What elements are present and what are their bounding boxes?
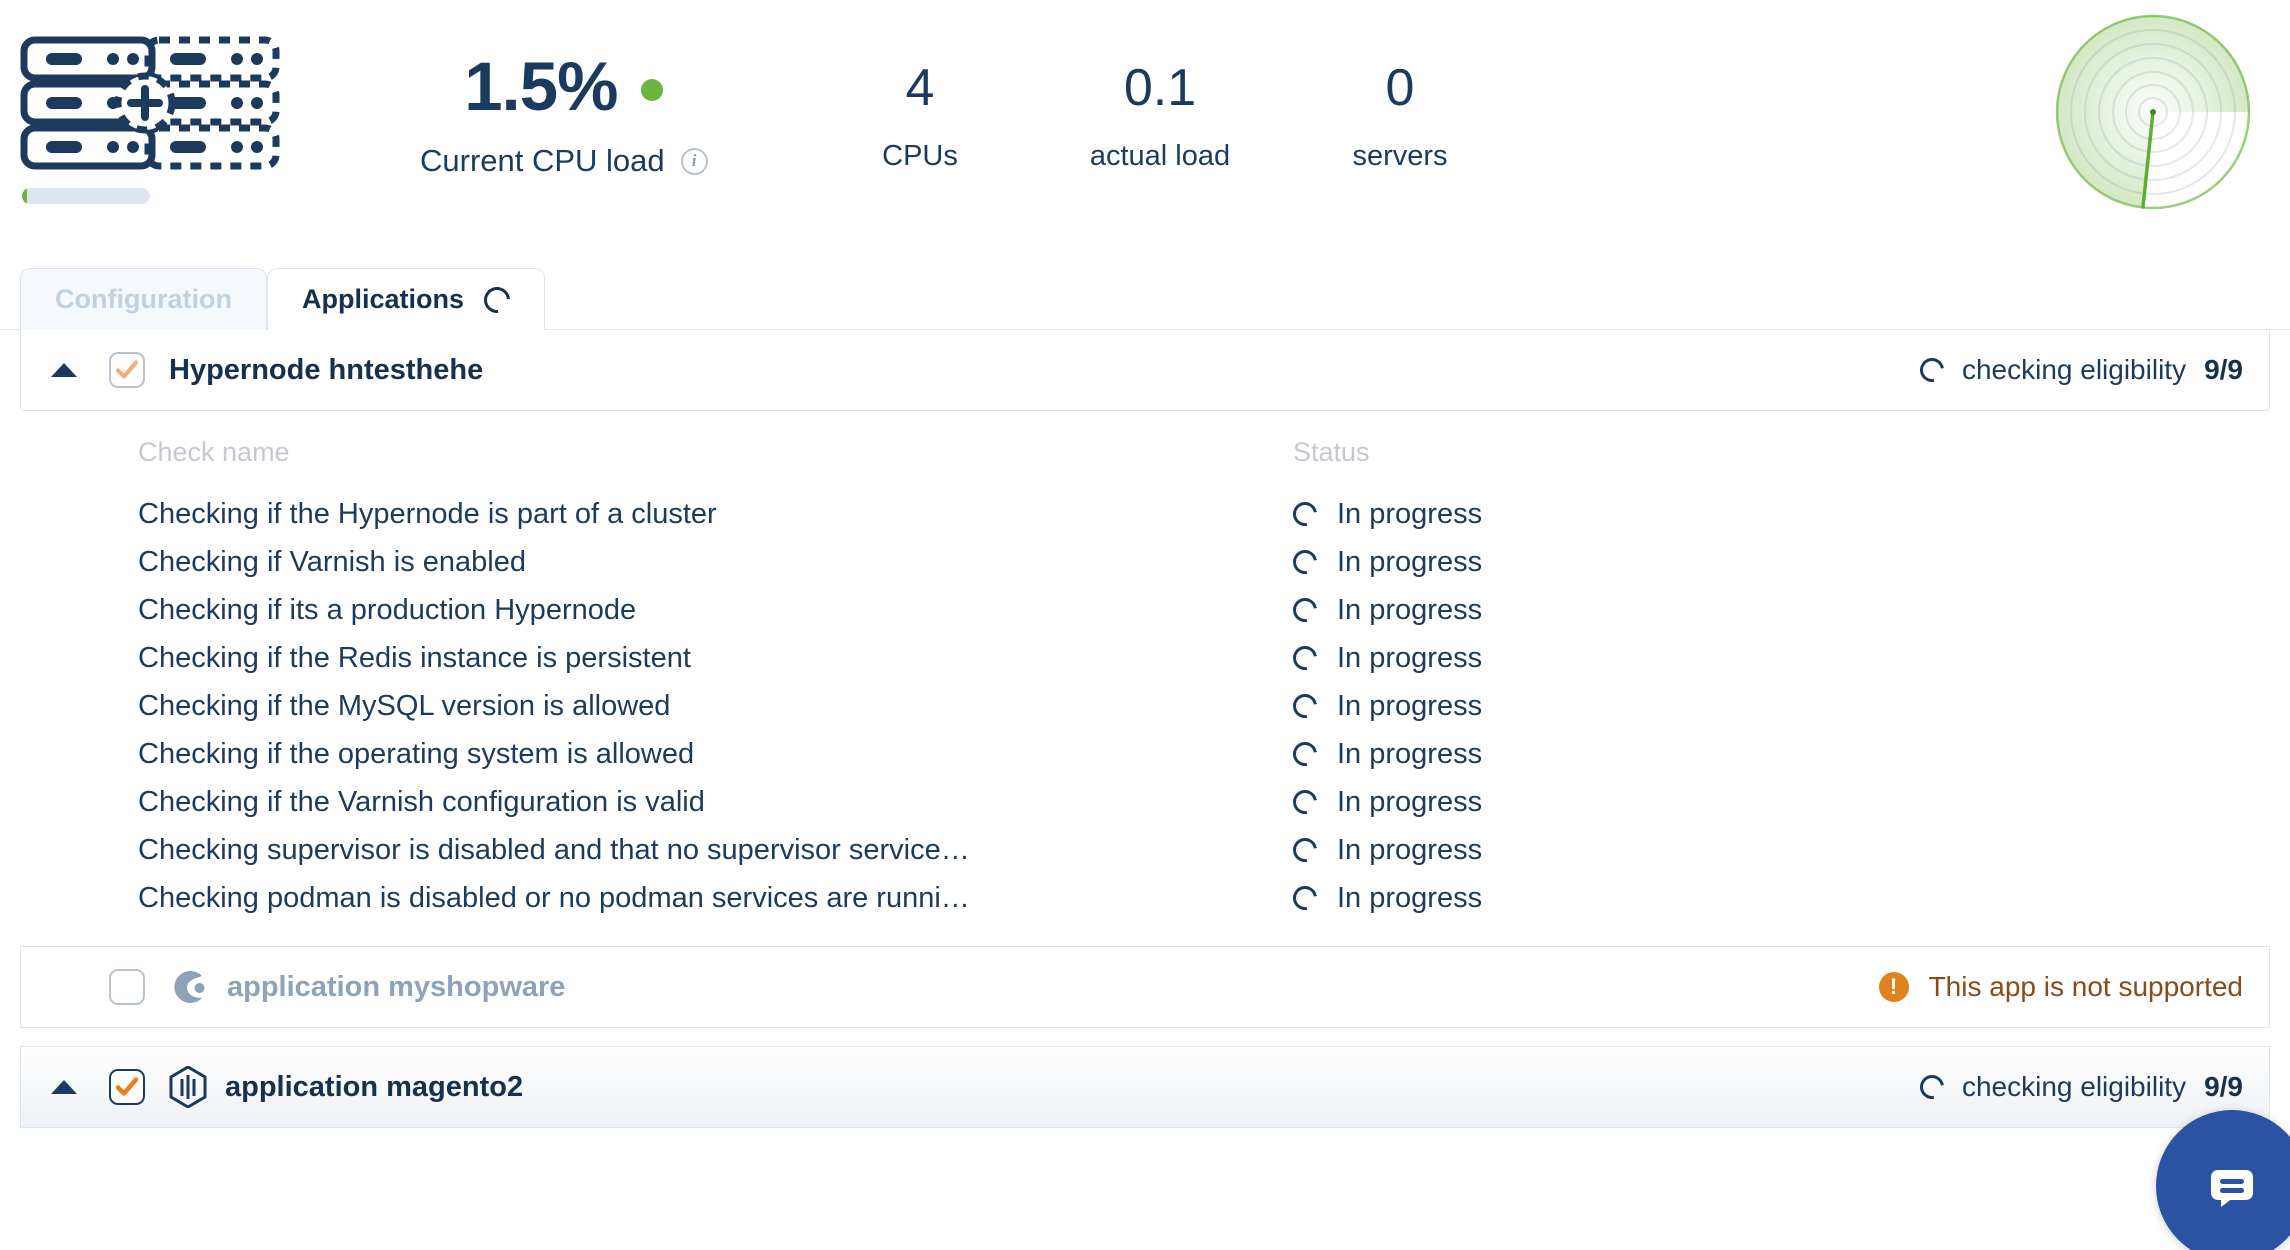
server-stack-add-icon [20, 36, 280, 171]
check-row: Checking if its a production Hypernode I… [0, 586, 2290, 634]
stat-servers: 0 servers [1290, 62, 1510, 173]
load-bar [22, 188, 150, 204]
checks-table-header: Check name Status [0, 437, 2290, 468]
loading-spinner-icon [1288, 785, 1322, 819]
tab-configuration-label: Configuration [55, 284, 232, 314]
stat-servers-label: servers [1352, 140, 1448, 172]
app-checkbox-hypernode[interactable] [109, 352, 145, 388]
loading-spinner-icon [1915, 353, 1949, 387]
tab-applications[interactable]: Applications [266, 268, 545, 331]
shopware-logo-icon [169, 967, 209, 1007]
tab-applications-label: Applications [301, 284, 464, 314]
stat-cpus: 4 CPUs [830, 62, 1010, 173]
check-row: Checking supervisor is disabled and that… [0, 826, 2290, 874]
check-status: In progress [1337, 785, 1483, 818]
loading-spinner-icon [1288, 497, 1322, 531]
check-row: Checking if the Varnish configuration is… [0, 778, 2290, 826]
loading-spinner-icon [478, 281, 516, 318]
loading-spinner-icon [1915, 1070, 1949, 1104]
app-status-text: checking eligibility [1961, 354, 2187, 385]
warning-text: This app is not supported [1928, 971, 2243, 1002]
check-row: Checking podman is disabled or no podman… [0, 874, 2290, 922]
tab-configuration[interactable]: Configuration [20, 268, 267, 330]
col-header-status: Status [1293, 437, 1370, 467]
check-status: In progress [1337, 833, 1483, 866]
loading-spinner-icon [1288, 833, 1322, 867]
stat-actual-load-value: 0.1 [1123, 59, 1197, 117]
app-checkbox-myshopware[interactable] [109, 969, 145, 1005]
app-header-magento2[interactable]: application magento2 checking eligibilit… [21, 1047, 2269, 1127]
check-name: Checking if the Varnish configuration is… [138, 785, 705, 818]
chat-bubble-button[interactable] [2156, 1110, 2290, 1250]
applications-list: Hypernode hntesthehe checking eligibilit… [0, 330, 2290, 1128]
app-header-hypernode[interactable]: Hypernode hntesthehe checking eligibilit… [21, 330, 2269, 410]
app-title-magento2: application magento2 [225, 1070, 524, 1103]
loading-spinner-icon [1288, 689, 1322, 723]
radar-sweep-icon [2048, 6, 2258, 223]
check-status: In progress [1337, 737, 1483, 770]
app-page: 1.5% Current CPU load i 4 CPUs 0.1 actua… [0, 0, 2290, 1250]
loading-spinner-icon [1288, 641, 1322, 675]
app-title-myshopware: application myshopware [227, 970, 566, 1003]
stat-cpus-value: 4 [905, 59, 935, 117]
check-status: In progress [1337, 689, 1483, 722]
chevron-up-icon[interactable] [51, 1080, 77, 1094]
loading-spinner-icon [1288, 593, 1322, 627]
app-title-hypernode: Hypernode hntesthehe [169, 353, 484, 386]
check-row: Checking if the operating system is allo… [0, 730, 2290, 778]
check-row: Checking if the MySQL version is allowed… [0, 682, 2290, 730]
check-name: Checking if Varnish is enabled [138, 545, 526, 578]
check-name: Checking if the Redis instance is persis… [138, 641, 691, 674]
app-status-myshopware: ! This app is not supported [1878, 971, 2243, 1003]
check-status: In progress [1337, 641, 1483, 674]
current-cpu-load-block: 1.5% Current CPU load i [420, 52, 708, 179]
dashboard-header: 1.5% Current CPU load i 4 CPUs 0.1 actua… [0, 0, 2290, 262]
app-status-text: checking eligibility [1961, 1071, 2187, 1102]
cpu-load-label: Current CPU load [420, 143, 665, 178]
chevron-placeholder [51, 980, 77, 994]
check-name: Checking podman is disabled or no podman… [138, 881, 970, 914]
check-name: Checking if the operating system is allo… [138, 737, 695, 770]
check-status: In progress [1337, 881, 1483, 914]
load-bar-fill [22, 188, 27, 204]
app-header-myshopware[interactable]: application myshopware ! This app is not… [21, 947, 2269, 1027]
app-check-count: 9/9 [2204, 1071, 2243, 1102]
app-status-hypernode: checking eligibility 9/9 [1915, 353, 2243, 387]
check-status: In progress [1337, 497, 1483, 530]
cpu-load-value: 1.5% [464, 48, 618, 125]
info-icon[interactable]: i [680, 147, 708, 175]
check-row: Checking if the Hypernode is part of a c… [0, 490, 2290, 538]
check-status: In progress [1337, 593, 1483, 626]
check-row: Checking if the Redis instance is persis… [0, 634, 2290, 682]
app-status-magento2: checking eligibility 9/9 [1915, 1070, 2243, 1104]
checks-table-hypernode: Check name Status Checking if the Hypern… [0, 411, 2290, 946]
magento-logo-icon [169, 1066, 207, 1108]
stat-cpus-label: CPUs [882, 140, 958, 172]
app-card-magento2: application magento2 checking eligibilit… [20, 1046, 2270, 1128]
cpu-status-dot [641, 78, 664, 101]
chevron-up-icon[interactable] [51, 363, 77, 377]
check-name: Checking if the Hypernode is part of a c… [138, 497, 717, 530]
check-name: Checking if its a production Hypernode [138, 593, 637, 626]
check-status: In progress [1337, 545, 1483, 578]
tab-bar: Configuration Applications [20, 268, 545, 331]
app-card-hypernode: Hypernode hntesthehe checking eligibilit… [20, 330, 2270, 411]
check-row: Checking if Varnish is enabled In progre… [0, 538, 2290, 586]
stat-actual-load: 0.1 actual load [1030, 62, 1290, 173]
loading-spinner-icon [1288, 545, 1322, 579]
warning-exclamation-icon: ! [1878, 972, 1909, 1002]
unsupported-warning: ! This app is not supported [1878, 971, 2243, 1003]
app-card-myshopware: application myshopware ! This app is not… [20, 946, 2270, 1028]
stat-actual-load-label: actual load [1089, 140, 1231, 172]
check-name: Checking supervisor is disabled and that… [138, 833, 970, 866]
app-check-count: 9/9 [2204, 354, 2243, 385]
loading-spinner-icon [1288, 881, 1322, 915]
stat-servers-value: 0 [1385, 59, 1415, 117]
check-name: Checking if the MySQL version is allowed [138, 689, 671, 722]
app-checkbox-magento2[interactable] [109, 1069, 145, 1105]
loading-spinner-icon [1288, 737, 1322, 771]
col-header-check-name: Check name [138, 437, 290, 467]
